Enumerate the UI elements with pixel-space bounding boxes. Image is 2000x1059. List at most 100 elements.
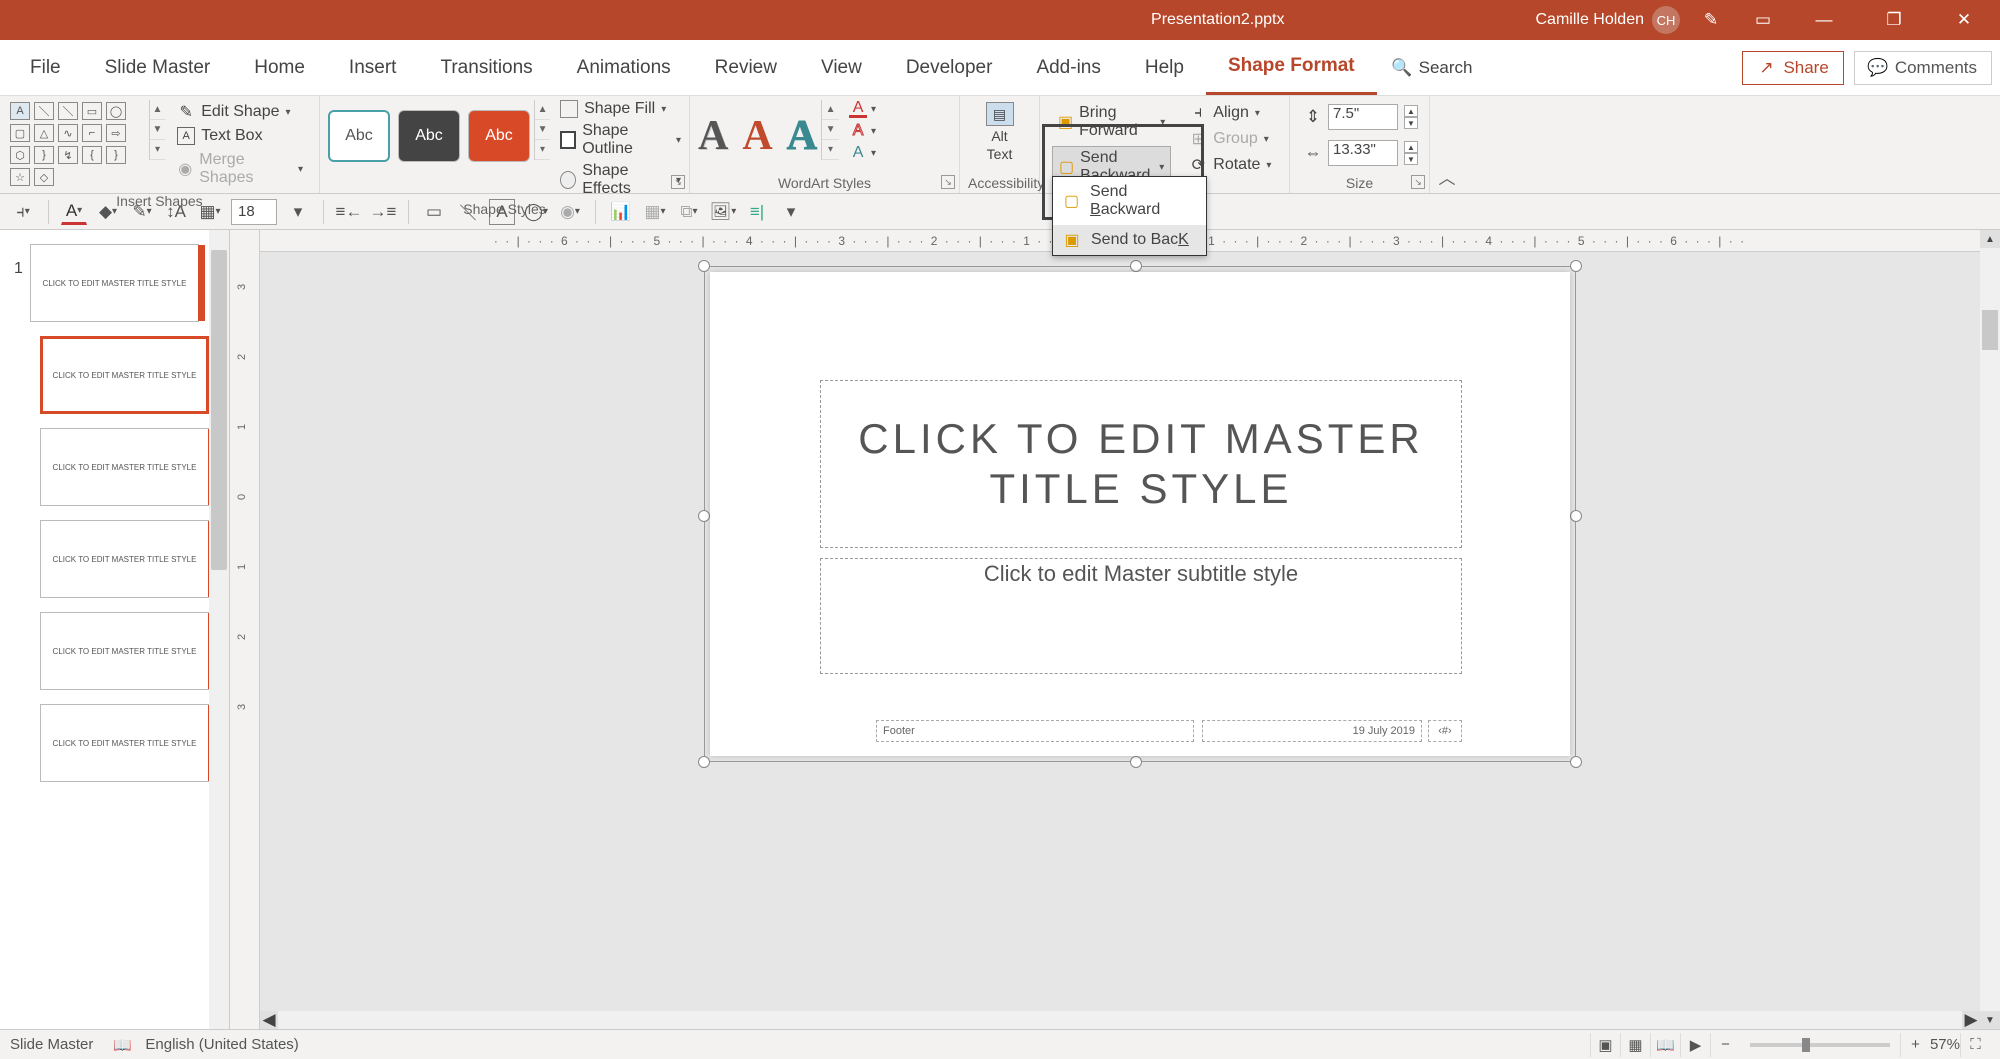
vscroll-thumb[interactable] — [1982, 310, 1998, 350]
hscroll-right[interactable]: ▶ — [1962, 1011, 1980, 1029]
scroll-down-icon[interactable]: ▼ — [535, 120, 550, 140]
scroll-down-icon[interactable]: ▼ — [150, 120, 165, 140]
shape-lbrace-icon[interactable]: { — [82, 146, 102, 164]
tab-shape-format[interactable]: Shape Format — [1206, 40, 1377, 95]
scroll-down-icon[interactable]: ▼ — [822, 120, 839, 140]
page-number-placeholder[interactable]: ‹#› — [1428, 720, 1462, 742]
alt-text-button[interactable]: ▤ Alt Text — [980, 100, 1020, 164]
maximize-button[interactable]: ❐ — [1864, 0, 1924, 40]
shape-textbox-icon[interactable]: A — [10, 102, 30, 120]
shape-arrow-icon[interactable]: ⇨ — [106, 124, 126, 142]
resize-handle-e[interactable] — [1570, 510, 1582, 522]
group-button[interactable]: ⊞Group▾ — [1183, 128, 1277, 150]
coming-soon-icon[interactable]: ✎ — [1690, 0, 1732, 40]
tab-file[interactable]: File — [8, 40, 83, 95]
tab-addins[interactable]: Add-ins — [1014, 40, 1122, 95]
title-placeholder[interactable]: CLICK TO EDIT MASTER TITLE STYLE — [820, 380, 1462, 548]
resize-handle-n[interactable] — [1130, 260, 1142, 272]
scroll-up-icon[interactable]: ▲ — [535, 100, 550, 120]
scroll-more-icon[interactable]: ▾ — [150, 140, 165, 160]
tab-view[interactable]: View — [799, 40, 884, 95]
view-slideshow-button[interactable]: ▶ — [1680, 1033, 1710, 1057]
search-button[interactable]: 🔍 Search — [1377, 58, 1489, 78]
wordart-scroll[interactable]: ▲ ▼ ▾ — [821, 100, 839, 160]
edit-shape-button[interactable]: ✎Edit Shape▾ — [173, 102, 307, 122]
shape-outline-button[interactable]: Shape Outline▾ — [560, 122, 681, 158]
shape-star-icon[interactable]: ☆ — [10, 168, 30, 186]
minimize-button[interactable]: — — [1794, 0, 1854, 40]
resize-handle-sw[interactable] — [698, 756, 710, 768]
status-language[interactable]: English (United States) — [145, 1036, 298, 1053]
shapes-gallery-scroll[interactable]: ▲ ▼ ▾ — [149, 100, 165, 160]
user-account[interactable]: Camille Holden CH — [1536, 6, 1681, 34]
collapse-ribbon-button[interactable]: ︿ — [1430, 96, 1464, 193]
style-preset-1[interactable]: Abc — [328, 110, 390, 162]
shape-rbrace-icon[interactable]: } — [106, 146, 126, 164]
horizontal-scrollbar[interactable]: ◀ ▶ — [260, 1011, 1980, 1029]
resize-handle-nw[interactable] — [698, 260, 710, 272]
more-commands[interactable]: ▾ — [778, 199, 804, 225]
tab-home[interactable]: Home — [232, 40, 327, 95]
slide-canvas[interactable]: CLICK TO EDIT MASTER TITLE STYLE Click t… — [260, 252, 1980, 1011]
vscroll-up[interactable]: ▲ — [1980, 230, 2000, 248]
shape-callout-icon[interactable]: ◇ — [34, 168, 54, 186]
scroll-up-icon[interactable]: ▲ — [150, 100, 165, 120]
resize-handle-se[interactable] — [1570, 756, 1582, 768]
resize-handle-s[interactable] — [1130, 756, 1142, 768]
resize-handle-w[interactable] — [698, 510, 710, 522]
zoom-out-button[interactable]: − — [1710, 1033, 1740, 1057]
size-dialog-launcher[interactable]: ↘ — [1411, 175, 1425, 189]
vertical-scrollbar[interactable]: ▲ ▼ — [1980, 230, 2000, 1029]
view-sorter-button[interactable]: ▦ — [1620, 1033, 1650, 1057]
view-reading-button[interactable]: 📖 — [1650, 1033, 1680, 1057]
view-normal-button[interactable]: ▣ — [1590, 1033, 1620, 1057]
scroll-more-icon[interactable]: ▾ — [535, 140, 550, 160]
shape-elbow-icon[interactable]: ⌐ — [82, 124, 102, 142]
height-spinner[interactable]: ▲▼ — [1404, 105, 1418, 129]
wordart-preset-1[interactable]: A — [698, 112, 728, 160]
picture-button[interactable]: 🖼▾ — [710, 199, 736, 225]
shape-triangle-icon[interactable]: △ — [34, 124, 54, 142]
layout-thumb-5[interactable]: CLICK TO EDIT MASTER TITLE STYLE — [40, 704, 209, 782]
fit-to-window-button[interactable]: ⛶ — [1960, 1033, 1990, 1057]
ribbon-display-icon[interactable]: ▭ — [1742, 0, 1784, 40]
tab-review[interactable]: Review — [693, 40, 799, 95]
shape-styles-dialog-launcher[interactable]: ↘ — [671, 175, 685, 189]
height-input[interactable]: 7.5" — [1328, 104, 1398, 130]
wordart-gallery[interactable]: A A A — [698, 100, 817, 172]
text-box-button[interactable]: AText Box — [173, 126, 307, 146]
bring-forward-button[interactable]: ▣Bring Forward▾ — [1052, 102, 1171, 142]
spellcheck-icon[interactable]: 📖 — [113, 1036, 131, 1054]
scroll-more-icon[interactable]: ▾ — [822, 140, 839, 160]
style-preset-2[interactable]: Abc — [398, 110, 460, 162]
layout-thumb-1[interactable]: CLICK TO EDIT MASTER TITLE STYLE — [40, 336, 209, 414]
subtitle-placeholder[interactable]: Click to edit Master subtitle style — [820, 558, 1462, 674]
wordart-dialog-launcher[interactable]: ↘ — [941, 175, 955, 189]
align-button[interactable]: ⫞Align▾ — [1183, 102, 1277, 124]
text-outline-button[interactable]: A▾ — [849, 122, 876, 140]
shape-line-icon[interactable]: ＼ — [34, 102, 54, 120]
text-fill-button[interactable]: A▾ — [849, 100, 876, 118]
tab-developer[interactable]: Developer — [884, 40, 1015, 95]
shape-curve-icon[interactable]: ∿ — [58, 124, 78, 142]
shape-effects-button[interactable]: Shape Effects▾ — [560, 162, 681, 198]
share-button[interactable]: ↗ Share — [1742, 51, 1843, 85]
shape-styles-scroll[interactable]: ▲ ▼ ▾ — [534, 100, 550, 160]
style-preset-3[interactable]: Abc — [468, 110, 530, 162]
comments-button[interactable]: 💬 Comments — [1854, 51, 1992, 85]
width-input[interactable]: 13.33" — [1328, 140, 1398, 166]
shape-connector-icon[interactable]: ↯ — [58, 146, 78, 164]
date-placeholder[interactable]: 19 July 2019 — [1202, 720, 1422, 742]
dd-send-to-back[interactable]: ▣Send to BacK — [1053, 225, 1206, 255]
hscroll-left[interactable]: ◀ — [260, 1011, 278, 1029]
text-effects-button[interactable]: A▾ — [849, 144, 876, 162]
shapes-gallery[interactable]: A ＼ ＼ ▭ ◯ ▢ △ ∿ ⌐ ⇨ ⬡ } ↯ { } ☆ ◇ — [8, 100, 145, 168]
resize-handle-ne[interactable] — [1570, 260, 1582, 272]
tab-transitions[interactable]: Transitions — [418, 40, 554, 95]
shape-oval-icon[interactable]: ◯ — [106, 102, 126, 120]
slide[interactable]: CLICK TO EDIT MASTER TITLE STYLE Click t… — [710, 272, 1570, 756]
layout-thumb-3[interactable]: CLICK TO EDIT MASTER TITLE STYLE — [40, 520, 209, 598]
scroll-up-icon[interactable]: ▲ — [822, 100, 839, 120]
tab-animations[interactable]: Animations — [555, 40, 693, 95]
zoom-slider-knob[interactable] — [1802, 1038, 1810, 1052]
